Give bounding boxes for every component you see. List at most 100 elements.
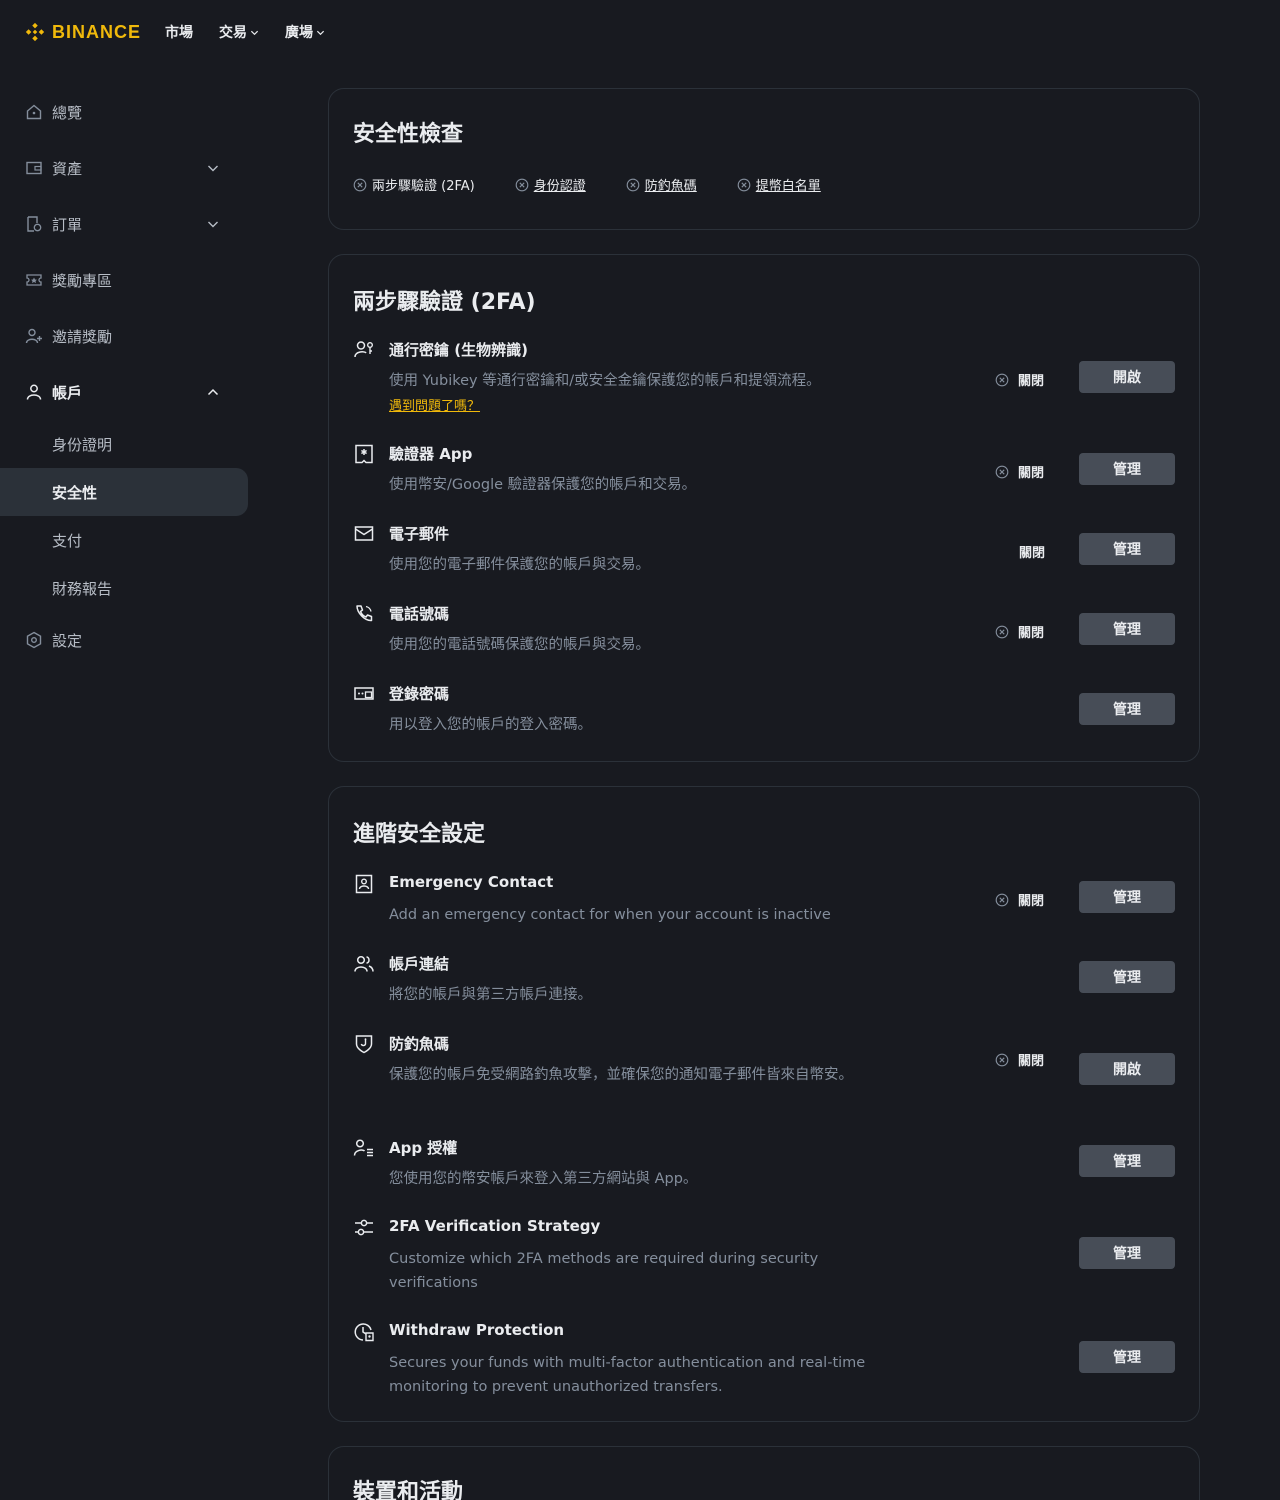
passkey-icon <box>354 341 373 358</box>
binance-logo[interactable]: BINANCE <box>24 21 141 43</box>
binance-logo-icon <box>25 22 45 42</box>
manage-authenticator-button[interactable]: 管理 <box>1079 453 1175 485</box>
sidebar-item-referral[interactable]: 邀請獎勵 <box>0 308 248 364</box>
x-circle-icon <box>995 1053 1009 1066</box>
email-desc: 使用您的電子郵件保護您的帳戶與交易。 <box>389 557 650 573</box>
check-identity[interactable]: 身份認證 <box>515 175 586 194</box>
check-2fa: 兩步驟驗證 (2FA) <box>353 175 475 194</box>
phone-title: 電話號碼 <box>389 605 450 623</box>
authenticator-title: 驗證器 App <box>389 445 473 463</box>
sidebar-item-overview[interactable]: 總覽 <box>0 84 248 140</box>
status-badge: 關閉 <box>995 370 1044 389</box>
check-whitelist[interactable]: 提幣白名單 <box>737 175 821 194</box>
devices-card: 裝置和活動 <box>328 1446 1200 1500</box>
sidebar-item-label: 安全性 <box>52 483 98 502</box>
sidebar-item-financial-report[interactable]: 財務報告 <box>0 564 248 612</box>
email-title: 電子郵件 <box>389 525 450 543</box>
anti-phishing-title: 防釣魚碼 <box>389 1035 450 1053</box>
anti-phishing-desc: 保護您的帳戶免受網路釣魚攻擊，並確保您的通知電子郵件皆來自幣安。 <box>389 1067 853 1083</box>
status-badge: 關閉 <box>995 890 1044 909</box>
x-circle-icon <box>626 178 640 191</box>
sidebar-item-identity[interactable]: 身份證明 <box>0 420 248 468</box>
sidebar-item-rewards[interactable]: 獎勵專區 <box>0 252 248 308</box>
authenticator-desc: 使用幣安/Google 驗證器保護您的帳戶和交易。 <box>389 477 697 493</box>
account-link-desc: 將您的帳戶與第三方帳戶連接。 <box>389 987 592 1003</box>
verification-strategy-desc: Customize which 2FA methods are required… <box>389 1251 819 1291</box>
manage-phone-button[interactable]: 管理 <box>1079 613 1175 645</box>
verification-strategy-title: 2FA Verification Strategy <box>389 1217 601 1235</box>
contact-icon <box>355 874 373 894</box>
anti-phishing-row: 防釣魚碼 保護您的帳戶免受網路釣魚攻擊，並確保您的通知電子郵件皆來自幣安。 關閉… <box>353 1033 1175 1113</box>
authenticator-row: 驗證器 App 使用幣安/Google 驗證器保護您的帳戶和交易。 關閉 管理 <box>353 443 1175 503</box>
account-link-title: 帳戶連結 <box>389 955 450 973</box>
status-text: 關閉 <box>1018 626 1045 641</box>
sidebar-item-label: 獎勵專區 <box>52 271 113 290</box>
enable-passkey-button[interactable]: 開啟 <box>1079 361 1175 393</box>
ticket-icon <box>24 270 44 290</box>
emergency-contact-desc: Add an emergency contact for when your a… <box>389 907 831 923</box>
sidebar-item-label: 邀請獎勵 <box>52 327 113 346</box>
manage-emergency-contact-button[interactable]: 管理 <box>1079 881 1175 913</box>
app-auth-desc: 您使用您的幣安帳戶來登入第三方網站與 App。 <box>389 1171 698 1187</box>
security-check-list: 兩步驟驗證 (2FA) 身份認證 防釣魚碼 提幣白名單 <box>353 175 861 194</box>
add-user-icon <box>24 326 44 346</box>
x-circle-icon <box>737 178 751 191</box>
x-circle-icon <box>995 625 1009 638</box>
status-text: 關閉 <box>1018 466 1045 481</box>
sidebar-item-settings[interactable]: 設定 <box>0 612 248 668</box>
sidebar-item-label: 設定 <box>52 631 83 650</box>
nav-label: 交易 <box>219 25 248 41</box>
phone-desc: 使用您的電話號碼保護您的帳戶與交易。 <box>389 637 650 653</box>
security-check-card: 安全性檢查 兩步驟驗證 (2FA) 身份認證 防釣魚碼 提幣白名單 <box>328 88 1200 230</box>
sidebar-item-label: 財務報告 <box>52 579 113 598</box>
enable-anti-phishing-button[interactable]: 開啟 <box>1079 1053 1175 1085</box>
email-row: 電子郵件 使用您的電子郵件保護您的帳戶與交易。 關閉 管理 <box>353 523 1175 583</box>
nav-markets[interactable]: 市場 <box>165 22 193 42</box>
check-link[interactable]: 身份認證 <box>534 175 586 194</box>
nav-square[interactable]: 廣場 <box>285 22 325 42</box>
check-link[interactable]: 防釣魚碼 <box>645 175 697 194</box>
chevron-down-icon <box>208 221 218 228</box>
manage-password-button[interactable]: 管理 <box>1079 693 1175 725</box>
user-icon <box>24 382 44 402</box>
orders-icon <box>24 214 44 234</box>
manage-withdraw-protection-button[interactable]: 管理 <box>1079 1341 1175 1373</box>
devices-title: 裝置和活動 <box>353 1480 464 1500</box>
sidebar-item-account[interactable]: 帳戶 <box>0 364 248 420</box>
manage-email-button[interactable]: 管理 <box>1079 533 1175 565</box>
sidebar-item-payment[interactable]: 支付 <box>0 516 248 564</box>
status-text: 關閉 <box>1019 546 1046 561</box>
nav-label: 市場 <box>165 25 194 41</box>
home-icon <box>24 102 44 122</box>
sidebar-item-security[interactable]: 安全性 <box>0 468 248 516</box>
phone-row: 電話號碼 使用您的電話號碼保護您的帳戶與交易。 關閉 管理 <box>353 603 1175 663</box>
passkey-title: 通行密鑰 (生物辨識) <box>389 341 528 359</box>
withdraw-protection-row: Withdraw Protection Secures your funds w… <box>353 1321 1175 1401</box>
sidebar-item-label: 帳戶 <box>52 383 83 402</box>
help-link[interactable]: 遇到問題了嗎？ <box>389 395 480 414</box>
check-label: 兩步驟驗證 (2FA) <box>372 179 475 194</box>
twofa-card: 兩步驟驗證 (2FA) 通行密鑰 (生物辨識) 使用 Yubikey 等通行密鑰… <box>328 254 1200 762</box>
x-circle-icon <box>995 465 1009 478</box>
account-link-row: 帳戶連結 將您的帳戶與第三方帳戶連接。 管理 <box>353 953 1175 1013</box>
manage-account-link-button[interactable]: 管理 <box>1079 961 1175 993</box>
phone-icon <box>356 605 373 622</box>
status-badge: 關閉 <box>995 462 1044 481</box>
nav-trade[interactable]: 交易 <box>219 22 259 42</box>
manage-verification-strategy-button[interactable]: 管理 <box>1079 1237 1175 1269</box>
brand-name: BINANCE <box>52 21 142 42</box>
sidebar-item-orders[interactable]: 訂單 <box>0 196 248 252</box>
chevron-down-icon <box>208 165 218 172</box>
app-auth-row: App 授權 您使用您的幣安帳戶來登入第三方網站與 App。 管理 <box>353 1137 1175 1197</box>
manage-app-auth-button[interactable]: 管理 <box>1079 1145 1175 1177</box>
anti-phishing-icon <box>355 1035 373 1054</box>
mail-icon <box>354 526 374 541</box>
check-anti-phishing[interactable]: 防釣魚碼 <box>626 175 697 194</box>
settings-icon <box>24 630 44 650</box>
chevron-down-icon <box>316 30 325 35</box>
status-badge: 關閉 <box>995 1050 1044 1069</box>
password-icon <box>354 687 374 700</box>
check-link[interactable]: 提幣白名單 <box>756 175 821 194</box>
emergency-contact-title: Emergency Contact <box>389 873 554 891</box>
sidebar-item-assets[interactable]: 資產 <box>0 140 248 196</box>
